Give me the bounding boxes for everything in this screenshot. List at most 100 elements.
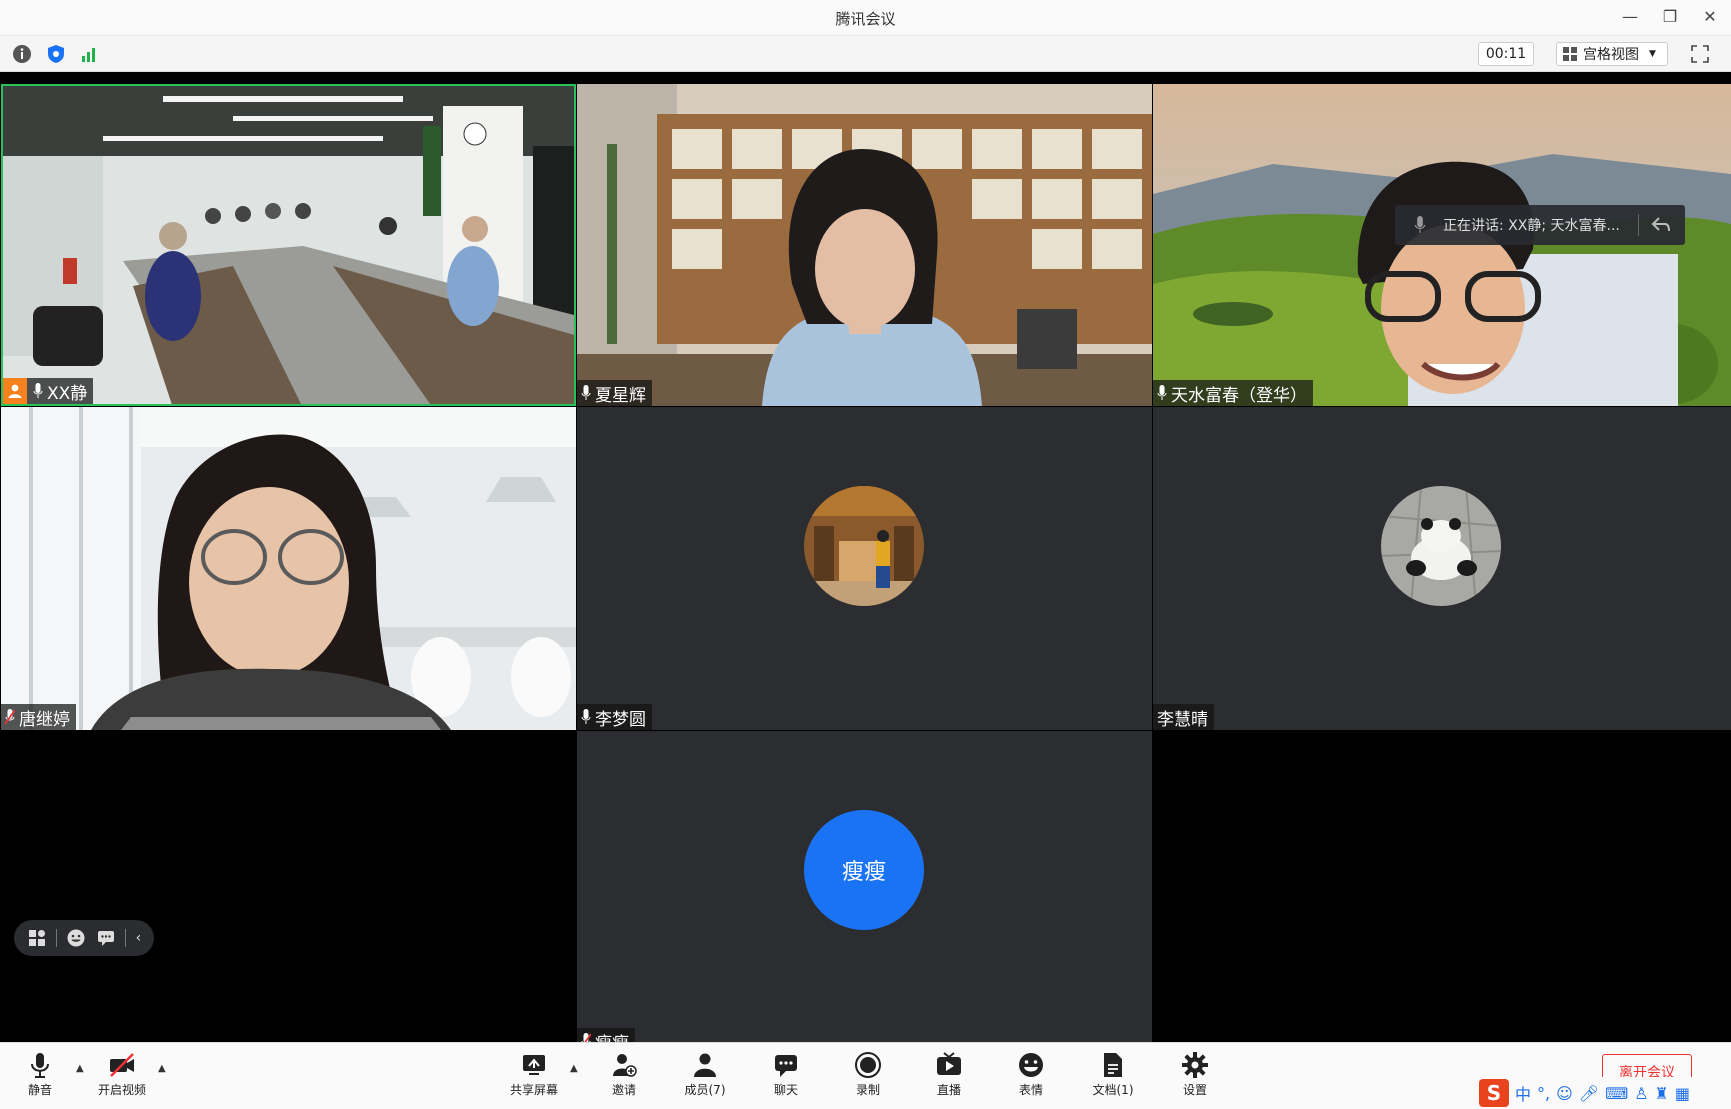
participant-name-bar: 李慧晴 (1153, 704, 1214, 730)
title-bar: 腾讯会议 — ❐ ✕ (0, 0, 1731, 36)
empty-tile (0, 731, 576, 1042)
smiley-icon[interactable]: ☺ (1556, 1084, 1573, 1103)
user-icon[interactable]: ♙ (1634, 1084, 1648, 1103)
fullscreen-icon[interactable] (1690, 44, 1710, 64)
restore-icon[interactable]: ❐ (1659, 6, 1681, 28)
members-button[interactable]: 成员(7) (675, 1051, 735, 1105)
speaking-text: 正在讲话: XX静; 天水富春... (1443, 218, 1620, 234)
record-icon (855, 1052, 881, 1078)
live-stream-button[interactable]: 直播 (919, 1051, 979, 1105)
participant-name-bar: 夏星辉 (577, 380, 652, 406)
document-icon (1104, 1053, 1122, 1077)
participant-name-bar: 李梦圆 (577, 704, 652, 730)
reactions-button[interactable]: 表情 (1001, 1051, 1061, 1105)
meeting-toolbar: 静音 ▲ 开启视频 ▲ 共享屏幕 ▲ 邀请 成员(7) 聊天 录制 直播 表情 … (0, 1042, 1731, 1109)
participant-name: XX静 (47, 383, 88, 404)
documents-button[interactable]: 文档(1) (1083, 1051, 1143, 1105)
emoji-icon[interactable] (66, 928, 86, 948)
invite-label: 邀请 (611, 1083, 636, 1097)
virtual-background-library (577, 84, 1152, 406)
camera-off-icon (110, 1053, 134, 1077)
members-icon (694, 1053, 716, 1077)
invite-button[interactable]: 邀请 (594, 1051, 654, 1105)
participant-name: 李慧晴 (1157, 709, 1208, 730)
participant-name: 天水富春（登华） (1171, 385, 1307, 406)
microphone-icon (1157, 385, 1167, 400)
chat-label: 聊天 (773, 1083, 798, 1097)
video-options-caret-icon[interactable]: ▲ (158, 1063, 166, 1074)
participant-avatar (804, 486, 924, 606)
close-icon[interactable]: ✕ (1699, 6, 1721, 28)
participant-name: 瘦瘦 (595, 1029, 629, 1043)
ime-mode[interactable]: 中 (1515, 1081, 1531, 1105)
microphone-muted-icon (5, 709, 15, 725)
invite-icon (613, 1054, 637, 1077)
view-mode-label: 宫格视图 (1583, 47, 1639, 63)
info-icon[interactable] (12, 44, 32, 64)
video-tile[interactable]: XX静 (1, 84, 576, 406)
video-tile[interactable]: 李梦圆 (577, 407, 1152, 730)
sogou-logo[interactable]: S (1479, 1079, 1509, 1107)
video-grid: XX静 夏星辉 天水富春（登华） 正在讲话: XX静; 天水富春... 唐继婷 … (0, 72, 1731, 1042)
video-tile[interactable]: 瘦瘦 瘦瘦 (577, 731, 1152, 1042)
emoji-icon (1019, 1053, 1043, 1077)
mute-label: 静音 (27, 1083, 52, 1097)
microphone-icon (581, 709, 591, 724)
ime-toolbar: S 中 °, ☺ 🎤︎ ⌨ ♙ ♜ ▦ (1475, 1077, 1731, 1109)
collapse-chevron-icon[interactable]: ‹ (136, 930, 142, 946)
microphone-icon (581, 385, 591, 400)
participant-name: 唐继婷 (19, 709, 70, 730)
documents-label: 文档(1) (1092, 1083, 1134, 1097)
settings-label: 设置 (1182, 1083, 1207, 1097)
video-tile[interactable]: 李慧晴 (1153, 407, 1731, 730)
layout-grid-icon[interactable] (27, 928, 47, 948)
settings-icon (1182, 1052, 1208, 1078)
empty-tile (1153, 731, 1731, 1042)
share-screen-button[interactable]: 共享屏幕 (504, 1051, 564, 1105)
meeting-timer: 00:11 (1478, 42, 1534, 66)
record-button[interactable]: 录制 (838, 1051, 898, 1105)
chat-bubble-icon[interactable] (96, 928, 116, 948)
chat-button[interactable]: 聊天 (756, 1051, 816, 1105)
speaking-indicator: 正在讲话: XX静; 天水富春... (1395, 205, 1685, 245)
participant-name: 李梦圆 (595, 709, 646, 730)
virtual-background-office (1, 407, 576, 730)
punctuation-icon[interactable]: °, (1537, 1084, 1550, 1103)
collapse-arrow-icon[interactable] (1651, 216, 1671, 234)
voice-input-icon[interactable]: 🎤︎ (1579, 1084, 1599, 1103)
video-tile[interactable]: 夏星辉 (577, 84, 1152, 406)
mic-options-caret-icon[interactable]: ▲ (76, 1063, 84, 1074)
participant-name: 夏星辉 (595, 385, 646, 406)
participant-name-bar: XX静 (3, 378, 94, 404)
live-icon (937, 1052, 961, 1075)
host-badge-icon (3, 378, 27, 404)
view-mode-dropdown[interactable]: 宫格视图 ▼ (1556, 42, 1668, 66)
signal-icon[interactable] (80, 44, 100, 64)
share-options-caret-icon[interactable]: ▲ (570, 1063, 578, 1074)
shield-icon[interactable] (46, 44, 66, 64)
window-title: 腾讯会议 (835, 10, 896, 28)
grid-view-icon (1563, 47, 1577, 61)
participant-name-bar: 瘦瘦 (577, 1028, 635, 1042)
microphone-muted-icon (581, 1033, 591, 1042)
settings-button[interactable]: 设置 (1165, 1051, 1225, 1105)
mute-button[interactable]: 静音 (10, 1051, 70, 1105)
minimize-icon[interactable]: — (1619, 6, 1641, 28)
share-screen-icon (523, 1055, 545, 1075)
video-tile[interactable]: 唐继婷 (1, 407, 576, 730)
video-tile[interactable]: 天水富春（登华） (1153, 84, 1731, 406)
skin-icon[interactable]: ♜ (1655, 1084, 1669, 1103)
chat-icon (775, 1055, 797, 1077)
participant-initials-avatar: 瘦瘦 (804, 810, 924, 930)
start-video-button[interactable]: 开启视频 (92, 1051, 152, 1105)
share-screen-label: 共享屏幕 (509, 1083, 558, 1097)
info-bar: 00:11 宫格视图 ▼ (0, 36, 1731, 72)
floating-toolbar: ‹ (14, 920, 154, 956)
live-label: 直播 (936, 1083, 961, 1097)
reactions-label: 表情 (1018, 1083, 1043, 1097)
participant-name-bar: 天水富春（登华） (1153, 380, 1313, 406)
participant-name-bar: 唐继婷 (1, 704, 76, 730)
toolbox-icon[interactable]: ▦ (1675, 1084, 1690, 1103)
keyboard-icon[interactable]: ⌨ (1605, 1084, 1628, 1103)
start-video-label: 开启视频 (97, 1083, 146, 1097)
